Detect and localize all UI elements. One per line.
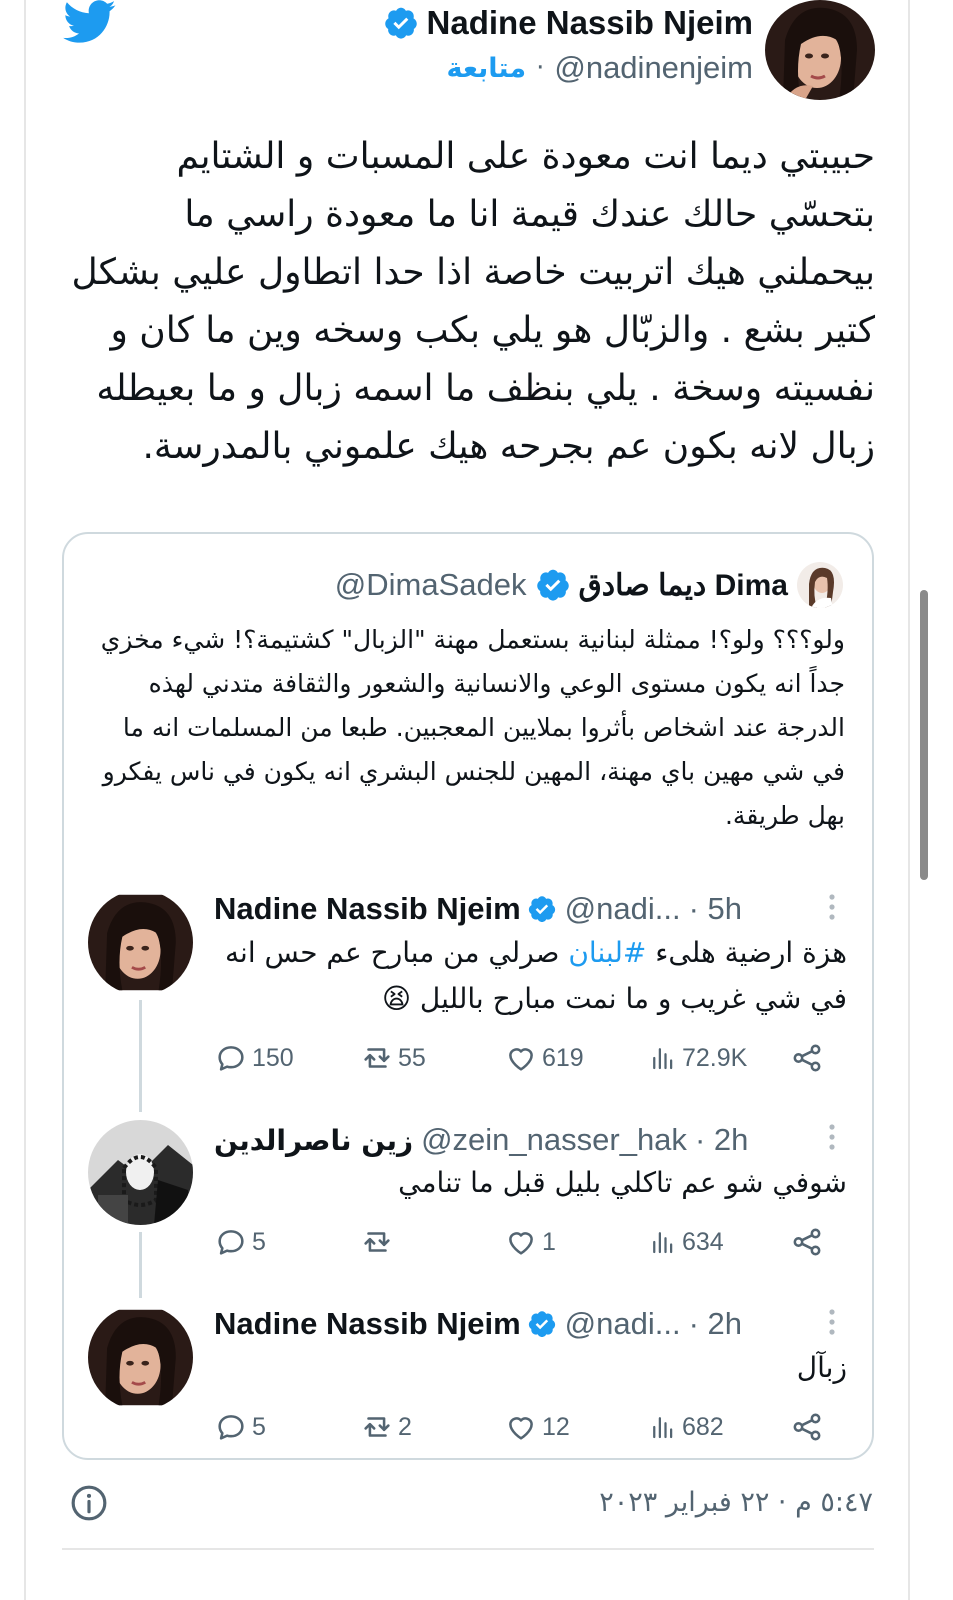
author-handle-row: متابعة · @nadinenjeim bbox=[446, 50, 753, 86]
retweet-icon bbox=[364, 1232, 390, 1252]
retweet-button[interactable]: 2 bbox=[360, 1407, 412, 1447]
thread-line bbox=[139, 1000, 142, 1112]
tweet-text: حبيبتي ديما انت معودة على المسبات و الشت… bbox=[71, 136, 875, 467]
author-name-row[interactable]: Nadine Nassib Njeim bbox=[383, 2, 753, 44]
reply-author-handle: @zein_nasser_hak bbox=[421, 1122, 687, 1157]
like-count: 12 bbox=[542, 1412, 570, 1441]
share-button[interactable] bbox=[790, 1222, 824, 1262]
reply-text: هزة ارضية هلىء #لبنان صرلي من مبارح عم ح… bbox=[214, 930, 847, 1022]
reply-header[interactable]: Nadine Nassib Njeim @nadi... · 2h bbox=[214, 1303, 873, 1345]
retweet-button[interactable] bbox=[360, 1222, 398, 1262]
share-icon bbox=[793, 1413, 821, 1441]
author-avatar[interactable] bbox=[765, 0, 875, 100]
share-icon bbox=[793, 1044, 821, 1072]
share-button[interactable] bbox=[790, 1407, 824, 1447]
reply-time: · 5h bbox=[688, 891, 742, 926]
separator-dot: · bbox=[536, 53, 545, 83]
retweet-icon bbox=[364, 1417, 390, 1437]
views-button[interactable]: 634 bbox=[648, 1222, 724, 1262]
reply-author-name: Nadine Nassib Njeim bbox=[214, 891, 521, 926]
hashtag-link[interactable]: #لبنان bbox=[568, 936, 646, 969]
views-count: 682 bbox=[682, 1412, 724, 1441]
reply-text: زبآل bbox=[796, 1351, 847, 1384]
share-button[interactable] bbox=[790, 1038, 824, 1078]
reply-author-handle: @nadi... bbox=[564, 891, 681, 926]
reply-count: 5 bbox=[252, 1412, 266, 1441]
author-name: Nadine Nassib Njeim bbox=[426, 4, 753, 41]
reply-actions: 5 2 12 682 bbox=[214, 1407, 834, 1447]
verified-badge-icon bbox=[528, 896, 555, 922]
reply-avatar[interactable] bbox=[88, 1120, 193, 1225]
like-count: 1 bbox=[542, 1227, 556, 1256]
retweet-count: 2 bbox=[398, 1412, 412, 1441]
verified-badge-icon bbox=[536, 569, 569, 601]
follow-button[interactable]: متابعة bbox=[446, 53, 526, 84]
more-icon[interactable] bbox=[822, 1118, 842, 1160]
thread-line bbox=[139, 1232, 142, 1298]
retweet-icon bbox=[364, 1048, 390, 1068]
reply-count: 150 bbox=[252, 1043, 294, 1072]
reply-button[interactable]: 5 bbox=[214, 1407, 266, 1447]
reply-count: 5 bbox=[252, 1227, 266, 1256]
reply-button[interactable]: 5 bbox=[214, 1222, 266, 1262]
reply-time: · 2h bbox=[688, 1306, 742, 1341]
reply-author-name: زين ناصرالدين bbox=[214, 1123, 414, 1157]
heart-icon bbox=[509, 1417, 533, 1440]
views-icon bbox=[653, 1232, 673, 1254]
views-button[interactable]: 682 bbox=[648, 1407, 724, 1447]
reply-text-part: هزة ارضية هلىء bbox=[646, 936, 847, 969]
quoted-tweet-text: ولو؟؟؟ ولو؟! ممثلة لبنانية بستعمل مهنة "… bbox=[100, 625, 845, 830]
like-button[interactable]: 12 bbox=[504, 1407, 570, 1447]
like-count: 619 bbox=[542, 1043, 584, 1072]
reply-icon bbox=[218, 1415, 244, 1440]
quoted-author-avatar[interactable] bbox=[797, 562, 843, 608]
reply-actions: 5 1 634 bbox=[214, 1222, 834, 1262]
reply-button[interactable]: 150 bbox=[214, 1038, 294, 1078]
twitter-bird-icon bbox=[63, 0, 116, 43]
reply-icon bbox=[218, 1230, 244, 1255]
share-icon bbox=[793, 1228, 821, 1256]
reply-time: · 2h bbox=[694, 1122, 749, 1157]
heart-icon bbox=[509, 1232, 533, 1255]
heart-icon bbox=[509, 1048, 533, 1071]
reply-text: شوفي شو عم تاكلي بليل قبل ما تنامي bbox=[398, 1166, 847, 1199]
views-count: 634 bbox=[682, 1227, 724, 1256]
views-button[interactable]: 72.9K bbox=[648, 1038, 747, 1078]
reply-header[interactable]: Nadine Nassib Njeim @nadi... · 5h bbox=[214, 888, 873, 930]
retweet-count: 55 bbox=[398, 1043, 426, 1072]
quoted-author-name: ديما صادق Dima bbox=[578, 568, 788, 602]
like-button[interactable]: 619 bbox=[504, 1038, 584, 1078]
frame-left-border bbox=[24, 0, 26, 1600]
views-icon bbox=[653, 1048, 673, 1070]
frame-right-border bbox=[908, 0, 910, 1600]
reply-avatar[interactable] bbox=[88, 1305, 193, 1410]
views-icon bbox=[653, 1417, 673, 1439]
divider bbox=[62, 1548, 874, 1550]
views-count: 72.9K bbox=[682, 1043, 748, 1072]
reply-author-handle: @nadi... bbox=[564, 1306, 681, 1341]
retweet-button[interactable]: 55 bbox=[360, 1038, 426, 1078]
tweet-timestamp[interactable]: ٥:٤٧ م · ٢٢ فبراير ٢٠٢٣ bbox=[599, 1480, 873, 1526]
quoted-author-row[interactable]: @DimaSadek ديما صادق Dima bbox=[335, 563, 788, 607]
more-icon[interactable] bbox=[822, 888, 842, 930]
reply-actions: 150 55 619 72.9K bbox=[214, 1038, 834, 1078]
quoted-author-handle: @DimaSadek bbox=[334, 567, 527, 602]
more-icon[interactable] bbox=[822, 1303, 842, 1345]
like-button[interactable]: 1 bbox=[504, 1222, 556, 1262]
author-handle[interactable]: @nadinenjeim bbox=[554, 50, 753, 86]
info-icon[interactable] bbox=[70, 1484, 108, 1522]
verified-badge-icon bbox=[528, 1311, 555, 1337]
verified-badge-icon bbox=[384, 7, 417, 39]
reply-header[interactable]: زين ناصرالدين @zein_nasser_hak · 2h bbox=[214, 1119, 873, 1161]
reply-icon bbox=[218, 1046, 244, 1071]
scrollbar[interactable] bbox=[920, 590, 928, 880]
reply-author-name: Nadine Nassib Njeim bbox=[214, 1306, 521, 1341]
reply-avatar[interactable] bbox=[88, 890, 193, 995]
